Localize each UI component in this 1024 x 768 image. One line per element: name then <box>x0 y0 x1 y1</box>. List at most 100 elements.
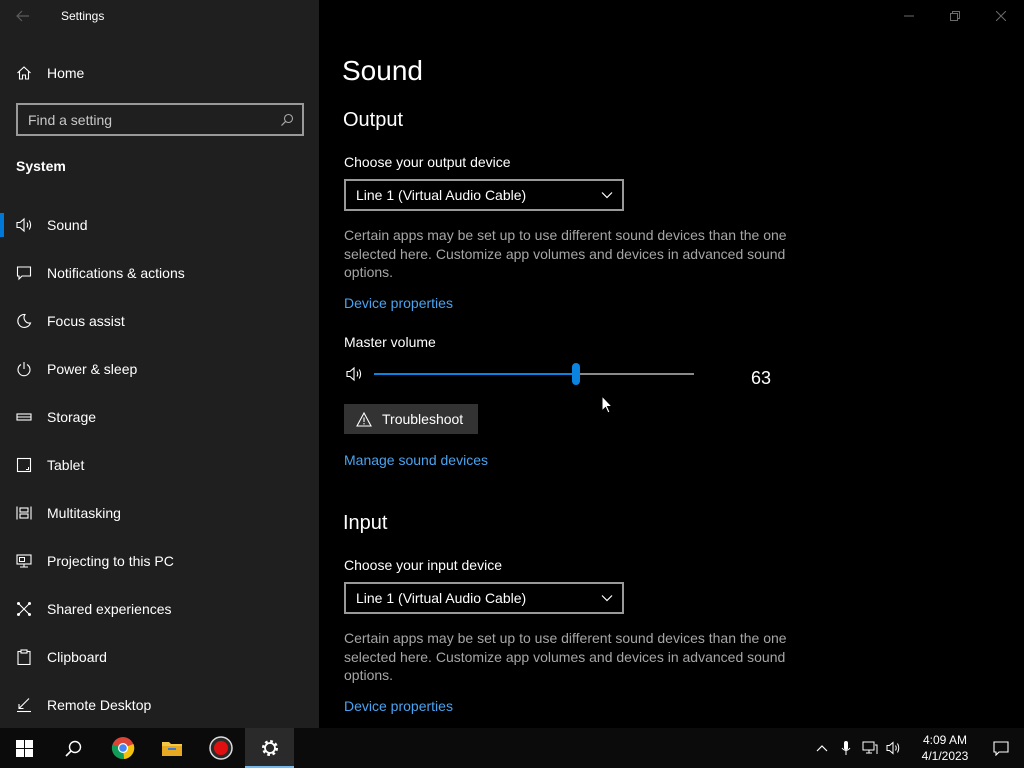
shared-experiences-icon <box>0 601 47 617</box>
title-bar: Settings <box>0 0 319 32</box>
speaker-icon <box>0 217 47 233</box>
microphone-icon[interactable] <box>834 728 858 768</box>
output-device-dropdown[interactable]: Line 1 (Virtual Audio Cable) <box>344 179 624 211</box>
sidebar-item-label: Clipboard <box>47 649 107 665</box>
sidebar-item-label: Notifications & actions <box>47 265 185 281</box>
output-device-value: Line 1 (Virtual Audio Cable) <box>356 187 527 203</box>
gear-icon <box>261 740 278 756</box>
mouse-cursor-icon <box>601 394 614 420</box>
sidebar-item-label: Projecting to this PC <box>47 553 174 569</box>
sidebar-item-shared-experiences[interactable]: Shared experiences <box>0 585 319 633</box>
clipboard-icon <box>0 649 47 665</box>
sidebar-item-focus-assist[interactable]: Focus assist <box>0 297 319 345</box>
moon-icon <box>0 313 47 329</box>
show-hidden-icons-button[interactable] <box>810 728 834 768</box>
sidebar-item-remote-desktop[interactable]: Remote Desktop <box>0 681 319 729</box>
chrome-icon <box>111 737 134 760</box>
chevron-up-icon <box>816 745 828 752</box>
sidebar-item-label: Remote Desktop <box>47 697 152 713</box>
troubleshoot-button[interactable]: Troubleshoot <box>344 404 478 434</box>
taskbar-record-app[interactable] <box>196 728 245 768</box>
input-device-dropdown[interactable]: Line 1 (Virtual Audio Cable) <box>344 582 624 614</box>
sidebar-item-label: Multitasking <box>47 505 121 521</box>
settings-sidebar: Settings Home Find a setting System Soun… <box>0 0 319 728</box>
sidebar-item-multitasking[interactable]: Multitasking <box>0 489 319 537</box>
sidebar-item-label: Power & sleep <box>47 361 138 377</box>
search-icon[interactable] <box>272 113 302 127</box>
close-button[interactable] <box>978 0 1024 32</box>
windows-logo-icon <box>16 739 33 757</box>
volume-icon[interactable] <box>882 728 906 768</box>
taskbar-clock[interactable]: 4:09 AM 4/1/2023 <box>912 732 978 764</box>
notification-icon <box>0 265 47 281</box>
sidebar-item-projecting[interactable]: Projecting to this PC <box>0 537 319 585</box>
sidebar-section-title: System <box>16 158 66 174</box>
restore-button[interactable] <box>932 0 978 32</box>
input-heading: Input <box>343 512 388 534</box>
back-arrow-icon <box>16 10 29 22</box>
folder-icon <box>161 742 182 756</box>
network-icon[interactable] <box>858 728 882 768</box>
output-heading: Output <box>343 109 404 131</box>
clock-date: 4/1/2023 <box>921 749 969 763</box>
speaker-icon[interactable] <box>346 366 364 387</box>
close-icon <box>996 11 1006 21</box>
taskbar: 4:09 AM 4/1/2023 <box>0 728 1024 768</box>
sidebar-item-storage[interactable]: Storage <box>0 393 319 441</box>
clock-time: 4:09 AM <box>922 733 968 747</box>
sidebar-item-notifications[interactable]: Notifications & actions <box>0 249 319 297</box>
tablet-icon <box>0 457 47 473</box>
master-volume-label: Master volume <box>344 334 436 350</box>
input-device-label: Choose your input device <box>344 557 502 573</box>
search-box[interactable]: Find a setting <box>16 103 304 136</box>
chevron-down-icon <box>601 192 613 199</box>
action-center-button[interactable] <box>978 728 1024 768</box>
sidebar-item-label: Focus assist <box>47 313 125 329</box>
output-device-properties-link[interactable]: Device properties <box>344 295 453 311</box>
chevron-down-icon <box>601 595 613 602</box>
output-description: Certain apps may be set up to use differ… <box>344 227 787 280</box>
main-content: Sound Output Choose your output device L… <box>319 0 1024 728</box>
window-title: Settings <box>61 9 105 23</box>
sidebar-item-label: Home <box>47 65 85 81</box>
sidebar-item-home[interactable]: Home <box>0 56 319 90</box>
input-description: Certain apps may be set up to use differ… <box>344 630 787 683</box>
minimize-icon <box>904 15 914 17</box>
remote-desktop-icon <box>0 697 47 713</box>
sidebar-item-tablet[interactable]: Tablet <box>0 441 319 489</box>
slider-thumb[interactable] <box>571 363 580 385</box>
storage-icon <box>0 409 47 425</box>
troubleshoot-label: Troubleshoot <box>382 411 464 427</box>
projecting-icon <box>0 553 47 569</box>
manage-sound-devices-link[interactable]: Manage sound devices <box>344 452 488 468</box>
minimize-button[interactable] <box>886 0 932 32</box>
sidebar-item-label: Tablet <box>47 457 85 473</box>
restore-icon <box>950 11 960 21</box>
power-icon <box>0 361 47 377</box>
sidebar-item-power-sleep[interactable]: Power & sleep <box>0 345 319 393</box>
back-button[interactable] <box>0 0 46 32</box>
master-volume-slider[interactable] <box>374 362 694 386</box>
record-icon <box>208 736 233 760</box>
home-icon <box>0 65 47 81</box>
search-input[interactable]: Find a setting <box>18 112 272 128</box>
search-icon <box>65 740 82 757</box>
sidebar-item-label: Storage <box>47 409 97 425</box>
sidebar-item-sound[interactable]: Sound <box>0 201 319 249</box>
page-title: Sound <box>342 55 423 86</box>
output-device-label: Choose your output device <box>344 154 511 170</box>
sidebar-item-label: Shared experiences <box>47 601 172 617</box>
notification-icon <box>993 740 1009 756</box>
multitasking-icon <box>0 505 47 521</box>
system-tray: 4:09 AM 4/1/2023 <box>810 728 1024 768</box>
taskbar-settings[interactable] <box>245 728 294 768</box>
taskbar-file-explorer[interactable] <box>147 728 196 768</box>
sidebar-item-clipboard[interactable]: Clipboard <box>0 633 319 681</box>
sidebar-nav: Sound Notifications & actions Focus assi… <box>0 201 319 729</box>
taskbar-search-button[interactable] <box>49 728 98 768</box>
window-controls <box>886 0 1024 32</box>
start-button[interactable] <box>0 728 49 768</box>
taskbar-chrome[interactable] <box>98 728 147 768</box>
input-device-properties-link[interactable]: Device properties <box>344 698 453 714</box>
warning-icon <box>356 411 372 427</box>
